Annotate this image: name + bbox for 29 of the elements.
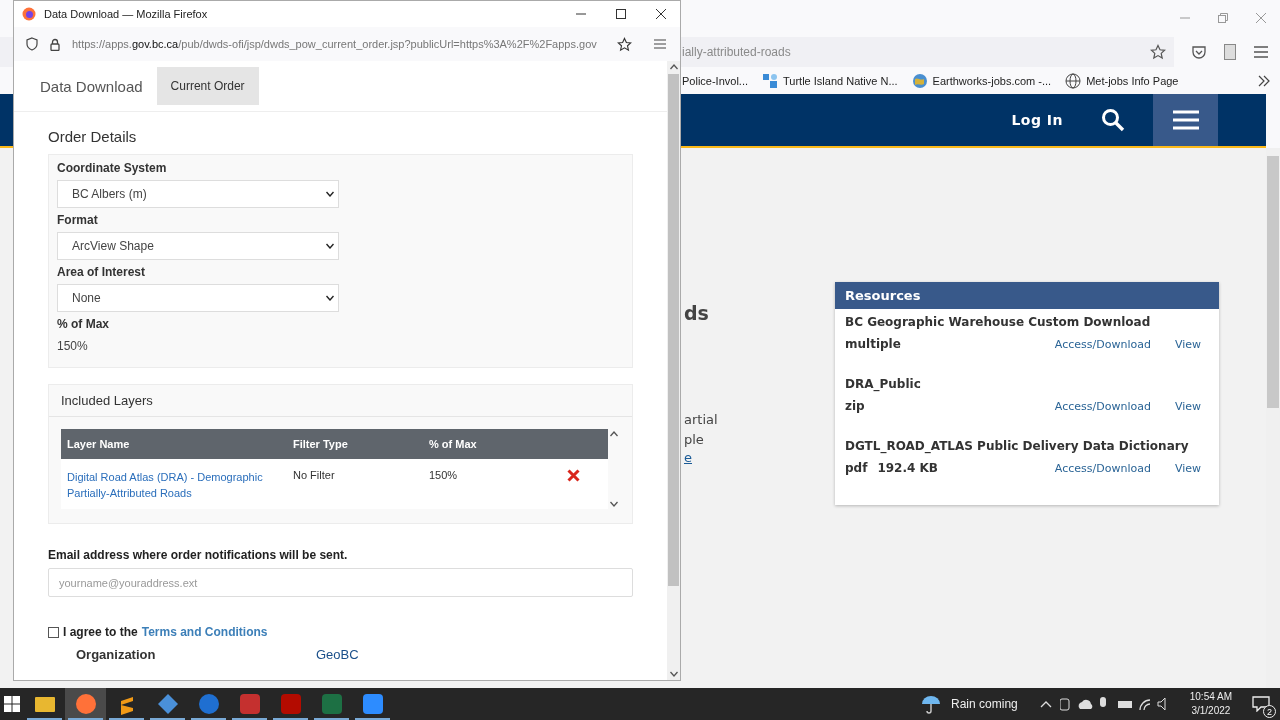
field-label: Organization [75,647,157,662]
field-value: GeoBC [316,647,359,662]
resource-format: multiple [845,337,901,351]
column-header: % of Max [429,438,478,450]
description-text: ple [684,431,704,449]
card-header: Resources [835,282,1219,309]
resource-name: DGTL_ROAD_ATLAS Public Delivery Data Dictionary [845,439,1190,453]
window-title: Data Download — Mozilla Firefox [44,8,208,20]
resource-name: DRA_Public [845,377,922,391]
table-cell-text: No Filter [293,469,336,483]
resource-name: BC Geographic Warehouse Custom Download [845,315,1152,329]
panel-title: Included Layers [49,385,632,417]
column-header: Filter Type [293,438,349,450]
page-heading: ds [684,302,709,324]
field-label: Email address where order notifications will be sent. [48,548,349,562]
field-label: Coordinate System [57,161,168,175]
resource-format: zip [845,399,865,413]
agree-label: I agree to the [63,625,138,639]
table-cell-text: 150% [429,469,459,483]
field-label: % of Max [57,317,110,331]
column-header: Layer Name [66,438,131,450]
section-title: Order Details [48,128,138,145]
field-value: 150% [57,339,89,353]
resource-format: pdf [845,461,868,475]
description-text: artial [684,411,718,429]
resource-size: 192.4 KB [877,461,938,475]
field-label: Format [57,213,99,227]
field-label: Area of Interest [57,265,147,279]
notification-count: 2 [1263,705,1276,718]
